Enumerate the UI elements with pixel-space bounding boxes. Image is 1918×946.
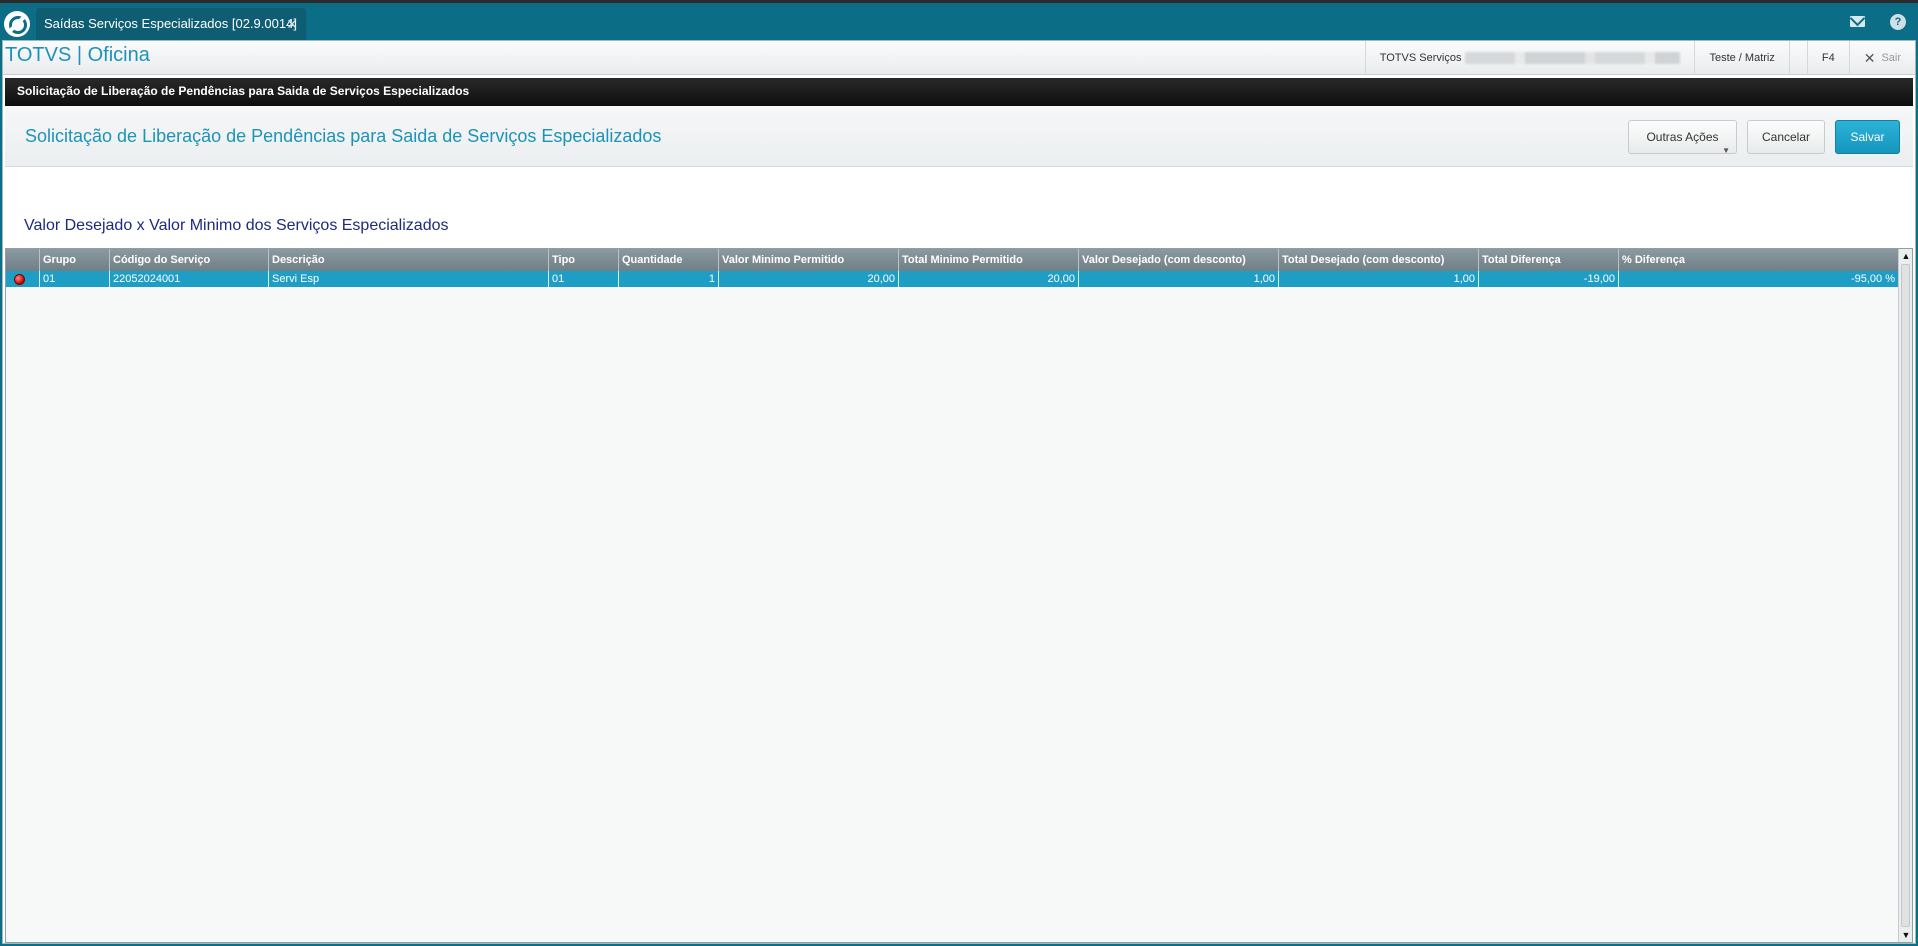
caret-down-icon: ▼ xyxy=(1722,146,1730,155)
grid-header: Grupo Código do Serviço Descrição Tipo Q… xyxy=(6,249,1899,271)
save-button[interactable]: Salvar xyxy=(1835,120,1900,154)
cell-descricao[interactable]: Servi Esp xyxy=(269,271,549,287)
app-title: TOTVS | Oficina xyxy=(5,44,150,66)
app-bar: TOTVS | Oficina TOTVS Serviços Teste / M… xyxy=(3,41,1915,75)
services-grid[interactable]: Grupo Código do Serviço Descrição Tipo Q… xyxy=(5,248,1913,943)
cell-valor-desejado[interactable]: 1,00 xyxy=(1079,271,1279,287)
cancel-button[interactable]: Cancelar xyxy=(1747,120,1825,154)
app-bar-right: TOTVS Serviços Teste / Matriz F4 ✕ Sair xyxy=(1364,41,1915,75)
outras-acoes-label: Outras Ações xyxy=(1646,130,1719,144)
f4-button[interactable]: F4 xyxy=(1806,41,1849,75)
scroll-up-icon[interactable]: ▲ xyxy=(1900,250,1912,262)
cell-tipo[interactable]: 01 xyxy=(549,271,619,287)
table-row[interactable]: 01 22052024001 Servi Esp 01 1 20,00 20,0… xyxy=(6,271,1899,287)
column-header-total-diferenca[interactable]: Total Diferença xyxy=(1479,249,1619,271)
vertical-scrollbar[interactable]: ▲ ▼ xyxy=(1898,249,1912,942)
cell-quantidade[interactable]: 1 xyxy=(619,271,719,287)
outras-acoes-button[interactable]: Outras Ações ▼ xyxy=(1628,120,1737,155)
column-header-total-desejado[interactable]: Total Desejado (com desconto) xyxy=(1279,249,1479,271)
cell-grupo[interactable]: 01 xyxy=(40,271,110,287)
cell-valor-minimo[interactable]: 20,00 xyxy=(719,271,899,287)
exit-button[interactable]: ✕ Sair xyxy=(1848,41,1915,75)
column-header-codigo[interactable]: Código do Serviço xyxy=(110,249,269,271)
cell-total-minimo[interactable]: 20,00 xyxy=(899,271,1079,287)
page-title: Solicitação de Liberação de Pendências p… xyxy=(25,126,662,146)
column-header-descricao[interactable]: Descrição xyxy=(269,249,549,271)
tab-title: Saídas Serviços Especializados [02.9.001… xyxy=(44,16,297,31)
totvs-logo-icon[interactable] xyxy=(4,11,30,37)
form-header: Solicitação de Liberação de Pendências p… xyxy=(5,106,1913,167)
main-window: TOTVS | Oficina TOTVS Serviços Teste / M… xyxy=(2,40,1916,944)
cell-pct-diferenca[interactable]: -95,00 % xyxy=(1619,271,1899,287)
column-header-valor-desejado[interactable]: Valor Desejado (com desconto) xyxy=(1079,249,1279,271)
mail-icon[interactable] xyxy=(1850,16,1865,27)
status-red-icon xyxy=(14,274,25,285)
scroll-thumb[interactable] xyxy=(1901,264,1910,927)
column-header-quantidade[interactable]: Quantidade xyxy=(619,249,719,271)
column-header-status[interactable] xyxy=(6,249,40,271)
branch-selector[interactable]: Teste / Matriz xyxy=(1694,41,1788,75)
help-icon[interactable]: ? xyxy=(1890,14,1906,30)
row-status-cell[interactable] xyxy=(6,271,40,287)
cell-total-desejado[interactable]: 1,00 xyxy=(1279,271,1479,287)
cell-total-diferenca[interactable]: -19,00 xyxy=(1479,271,1619,287)
column-header-grupo[interactable]: Grupo xyxy=(40,249,110,271)
column-header-tipo[interactable]: Tipo xyxy=(549,249,619,271)
routine-title-bar: Solicitação de Liberação de Pendências p… xyxy=(5,78,1913,106)
section-title: Valor Desejado x Valor Minimo dos Serviç… xyxy=(24,217,449,234)
top-bar: Saídas Serviços Especializados [02.9.001… xyxy=(0,0,1918,40)
cell-codigo[interactable]: 22052024001 xyxy=(110,271,269,287)
company-label: TOTVS Serviços xyxy=(1379,52,1462,64)
column-header-valor-minimo[interactable]: Valor Minimo Permitido xyxy=(719,249,899,271)
exit-label: Sair xyxy=(1881,52,1901,64)
separator xyxy=(1788,41,1807,75)
tab-saidas-servicos[interactable]: Saídas Serviços Especializados [02.9.001… xyxy=(36,8,306,40)
scroll-down-icon[interactable]: ▼ xyxy=(1900,929,1912,941)
redacted-company-name xyxy=(1465,52,1681,64)
column-header-total-minimo[interactable]: Total Minimo Permitido xyxy=(899,249,1079,271)
column-header-pct-diferenca[interactable]: % Diferença xyxy=(1619,249,1899,271)
close-icon[interactable]: ✕ xyxy=(286,8,298,40)
company-info[interactable]: TOTVS Serviços xyxy=(1364,41,1695,75)
close-icon: ✕ xyxy=(1863,49,1876,66)
